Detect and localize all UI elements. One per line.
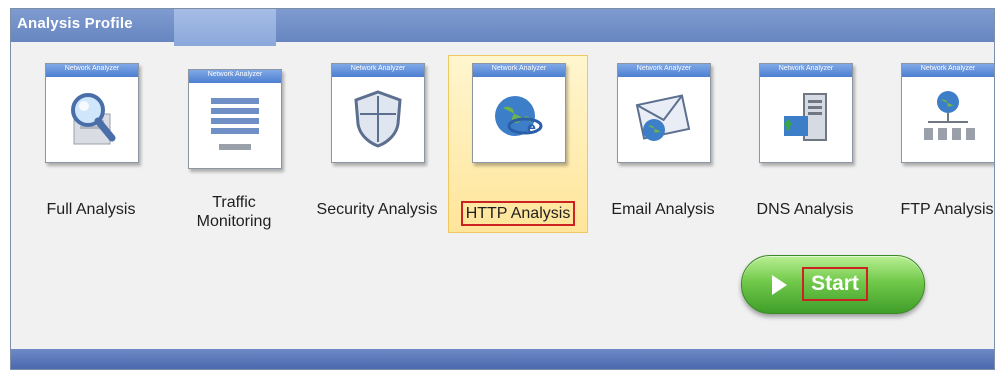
analysis-profile-panel: Analysis Profile Network Analyzer Full A…	[10, 8, 995, 370]
doc-title: Network Analyzer	[64, 65, 120, 72]
tile-label: HTTP Analysis	[437, 201, 599, 226]
security-analysis-document-icon: Network Analyzer	[331, 63, 425, 163]
doc-title: Network Analyzer	[920, 65, 976, 72]
start-button[interactable]: Start	[741, 255, 925, 314]
header-bar: Analysis Profile	[11, 9, 994, 42]
email-analysis-document-icon: Network Analyzer	[617, 63, 711, 163]
doc-title: Network Analyzer	[491, 65, 547, 72]
tile-label-line2: Monitoring	[196, 213, 272, 230]
shield-icon	[354, 90, 402, 148]
tile-full-analysis[interactable]: Network Analyzer Full Analysis	[21, 55, 161, 233]
traffic-monitoring-document-icon: Network Analyzer	[188, 69, 282, 169]
tile-label: Full Analysis	[46, 201, 136, 218]
tile-label-line1: Traffic	[212, 194, 256, 211]
doc-title: Network Analyzer	[207, 71, 263, 78]
tile-label: DNS Analysis	[756, 201, 854, 218]
ftp-network-icon	[924, 91, 975, 140]
doc-title: Network Analyzer	[778, 65, 834, 72]
footer-bar	[11, 349, 994, 369]
tile-email-analysis[interactable]: Network Analyzer Email Analysis	[593, 55, 733, 233]
envelope-icon	[635, 94, 691, 141]
tile-dns-analysis[interactable]: Network Analyzer DNS Analysis	[735, 55, 875, 233]
play-arrow-icon	[772, 275, 787, 295]
header-title: Analysis Profile	[17, 15, 133, 32]
full-analysis-document-icon: Network Analyzer	[45, 63, 139, 163]
tile-http-analysis[interactable]: Network Analyzer e HTTP Analysis	[448, 55, 588, 233]
traffic-monitor-icon	[211, 98, 259, 150]
dns-analysis-document-icon: Network Analyzer	[759, 63, 853, 163]
doc-title: Network Analyzer	[350, 65, 406, 72]
doc-title: Network Analyzer	[636, 65, 692, 72]
tile-ftp-analysis[interactable]: Network Analyzer FTP Analysis	[877, 55, 994, 233]
ftp-analysis-document-icon: Network Analyzer	[901, 63, 994, 163]
http-analysis-document-icon: Network Analyzer e	[472, 63, 566, 163]
magnifier-icon	[71, 93, 116, 145]
tile-security-analysis[interactable]: Network Analyzer Security Analysis	[307, 55, 447, 233]
start-button-label: Start	[802, 267, 868, 301]
svg-text:e: e	[527, 120, 536, 137]
tile-label: Traffic Monitoring	[152, 193, 316, 231]
tile-traffic-monitoring[interactable]: Network Analyzer Traffic Monitoring	[164, 55, 304, 233]
http-globe-icon: e	[495, 96, 543, 137]
header-tab[interactable]	[174, 9, 276, 46]
dns-server-icon	[783, 93, 827, 141]
tile-label: FTP Analysis	[900, 201, 994, 218]
tile-label: Security Analysis	[316, 201, 438, 218]
tile-label: Email Analysis	[611, 201, 715, 218]
http-analysis-highlight: HTTP Analysis	[460, 201, 576, 226]
